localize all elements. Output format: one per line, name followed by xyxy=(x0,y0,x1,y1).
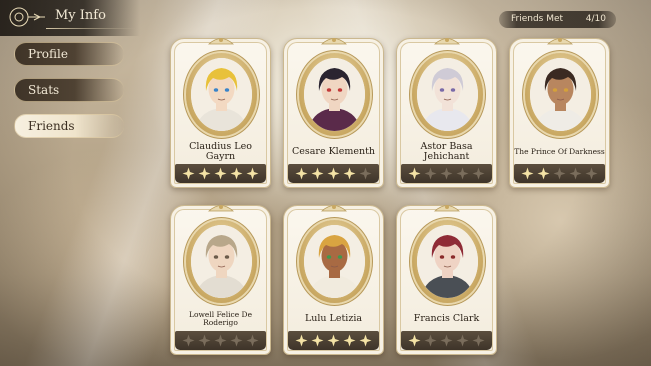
character-portrait xyxy=(530,58,591,131)
star-rating xyxy=(288,331,379,350)
character-illustration xyxy=(417,225,478,298)
character-illustration xyxy=(191,58,252,131)
character-illustration xyxy=(304,58,365,131)
star-filled-icon xyxy=(182,167,195,180)
star-filled-icon xyxy=(230,167,243,180)
portrait-frame xyxy=(299,53,370,136)
star-empty-icon xyxy=(585,167,598,180)
star-empty-icon xyxy=(472,167,485,180)
friend-name: Lulu Letizia xyxy=(304,313,363,324)
star-rating xyxy=(175,164,266,183)
star-empty-icon xyxy=(569,167,582,180)
friend-card[interactable]: Astor Basa Jehichant xyxy=(396,38,497,188)
card-crest-icon xyxy=(207,205,235,212)
star-empty-icon xyxy=(230,334,243,347)
character-portrait xyxy=(191,58,252,131)
portrait-frame xyxy=(299,220,370,303)
menu-item-profile[interactable]: Profile xyxy=(14,42,124,66)
star-filled-icon xyxy=(214,167,227,180)
star-empty-icon xyxy=(440,167,453,180)
star-empty-icon xyxy=(424,167,437,180)
star-empty-icon xyxy=(214,334,227,347)
friend-name: Claudius Leo Gayrn xyxy=(189,141,252,162)
portrait-frame xyxy=(186,220,257,303)
star-filled-icon xyxy=(311,167,324,180)
character-illustration xyxy=(417,58,478,131)
character-portrait xyxy=(304,58,365,131)
character-portrait xyxy=(417,225,478,298)
star-filled-icon xyxy=(327,334,340,347)
star-empty-icon xyxy=(246,334,259,347)
star-filled-icon xyxy=(537,167,550,180)
character-portrait xyxy=(191,225,252,298)
star-rating xyxy=(514,164,605,183)
star-filled-icon xyxy=(343,334,356,347)
star-empty-icon xyxy=(359,167,372,180)
friends-met-label: Friends Met xyxy=(511,14,564,24)
star-filled-icon xyxy=(359,334,372,347)
friend-card[interactable]: Lulu Letizia xyxy=(283,205,384,355)
star-rating xyxy=(288,164,379,183)
page-title: My Info xyxy=(55,8,106,23)
star-rating xyxy=(175,331,266,350)
star-rating xyxy=(401,164,492,183)
friend-card[interactable]: Lowell Felice De Roderigo xyxy=(170,205,271,355)
star-empty-icon xyxy=(456,167,469,180)
portrait-frame xyxy=(525,53,596,136)
menu-item-label: Profile xyxy=(28,47,68,61)
page-header: My Info xyxy=(0,0,140,36)
character-illustration xyxy=(191,225,252,298)
portrait-frame xyxy=(186,53,257,136)
friend-name: Lowell Felice De Roderigo xyxy=(188,310,253,327)
card-crest-icon xyxy=(320,205,348,212)
menu-item-label: Friends xyxy=(28,119,75,133)
friends-met-counter: Friends Met 4/10 xyxy=(499,11,616,28)
character-portrait xyxy=(417,58,478,131)
card-crest-icon xyxy=(546,38,574,45)
friend-card[interactable]: Cesare Klementh xyxy=(283,38,384,188)
card-crest-icon xyxy=(433,205,461,212)
friend-name: Cesare Klementh xyxy=(291,146,376,157)
friend-card[interactable]: Claudius Leo Gayrn xyxy=(170,38,271,188)
menu-item-stats[interactable]: Stats xyxy=(14,78,124,102)
friend-name: Astor Basa Jehichant xyxy=(420,141,473,162)
star-filled-icon xyxy=(343,167,356,180)
friend-card[interactable]: The Prince Of Darkness xyxy=(509,38,610,188)
character-illustration xyxy=(304,225,365,298)
character-portrait xyxy=(304,225,365,298)
star-rating xyxy=(401,331,492,350)
menu-item-friends[interactable]: Friends xyxy=(14,114,124,138)
star-filled-icon xyxy=(246,167,259,180)
card-crest-icon xyxy=(207,38,235,45)
star-filled-icon xyxy=(408,167,421,180)
star-empty-icon xyxy=(456,334,469,347)
star-filled-icon xyxy=(408,334,421,347)
star-empty-icon xyxy=(182,334,195,347)
star-filled-icon xyxy=(311,334,324,347)
star-empty-icon xyxy=(553,167,566,180)
ornament-emblem-icon xyxy=(9,7,45,27)
star-empty-icon xyxy=(472,334,485,347)
star-filled-icon xyxy=(295,167,308,180)
header-divider xyxy=(46,28,136,29)
friend-name: The Prince Of Darkness xyxy=(514,147,605,156)
friends-met-value: 4/10 xyxy=(585,14,606,24)
star-filled-icon xyxy=(295,334,308,347)
star-empty-icon xyxy=(440,334,453,347)
card-crest-icon xyxy=(433,38,461,45)
portrait-frame xyxy=(412,220,483,303)
star-filled-icon xyxy=(521,167,534,180)
star-empty-icon xyxy=(424,334,437,347)
side-menu: Profile Stats Friends xyxy=(14,42,124,150)
star-filled-icon xyxy=(327,167,340,180)
card-crest-icon xyxy=(320,38,348,45)
star-filled-icon xyxy=(198,167,211,180)
star-empty-icon xyxy=(198,334,211,347)
character-illustration xyxy=(530,58,591,131)
portrait-frame xyxy=(412,53,483,136)
friend-card[interactable]: Francis Clark xyxy=(396,205,497,355)
friend-name: Francis Clark xyxy=(413,313,480,324)
menu-item-label: Stats xyxy=(28,83,60,97)
